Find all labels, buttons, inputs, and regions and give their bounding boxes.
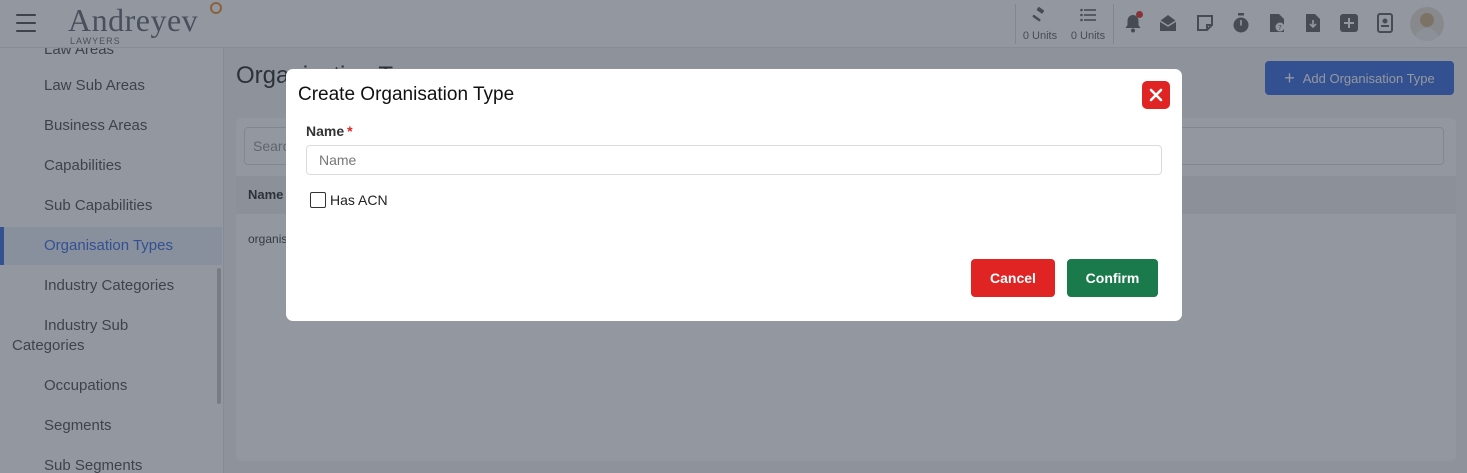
required-marker: * (347, 123, 353, 139)
name-label-text: Name (306, 123, 345, 139)
create-organisation-type-dialog: Create Organisation Type Name* Has ACN C… (286, 69, 1182, 321)
has-acn-checkbox[interactable] (310, 192, 326, 208)
cancel-button[interactable]: Cancel (971, 259, 1055, 297)
name-label: Name * (306, 123, 353, 139)
close-button[interactable] (1142, 81, 1170, 109)
confirm-button[interactable]: Confirm (1067, 259, 1158, 297)
dialog-title: Create Organisation Type (298, 84, 515, 105)
has-acn-label[interactable]: Has ACN (330, 192, 388, 208)
close-icon (1149, 88, 1163, 102)
has-acn-row[interactable]: Has ACN (310, 192, 388, 208)
name-field[interactable] (306, 145, 1162, 175)
